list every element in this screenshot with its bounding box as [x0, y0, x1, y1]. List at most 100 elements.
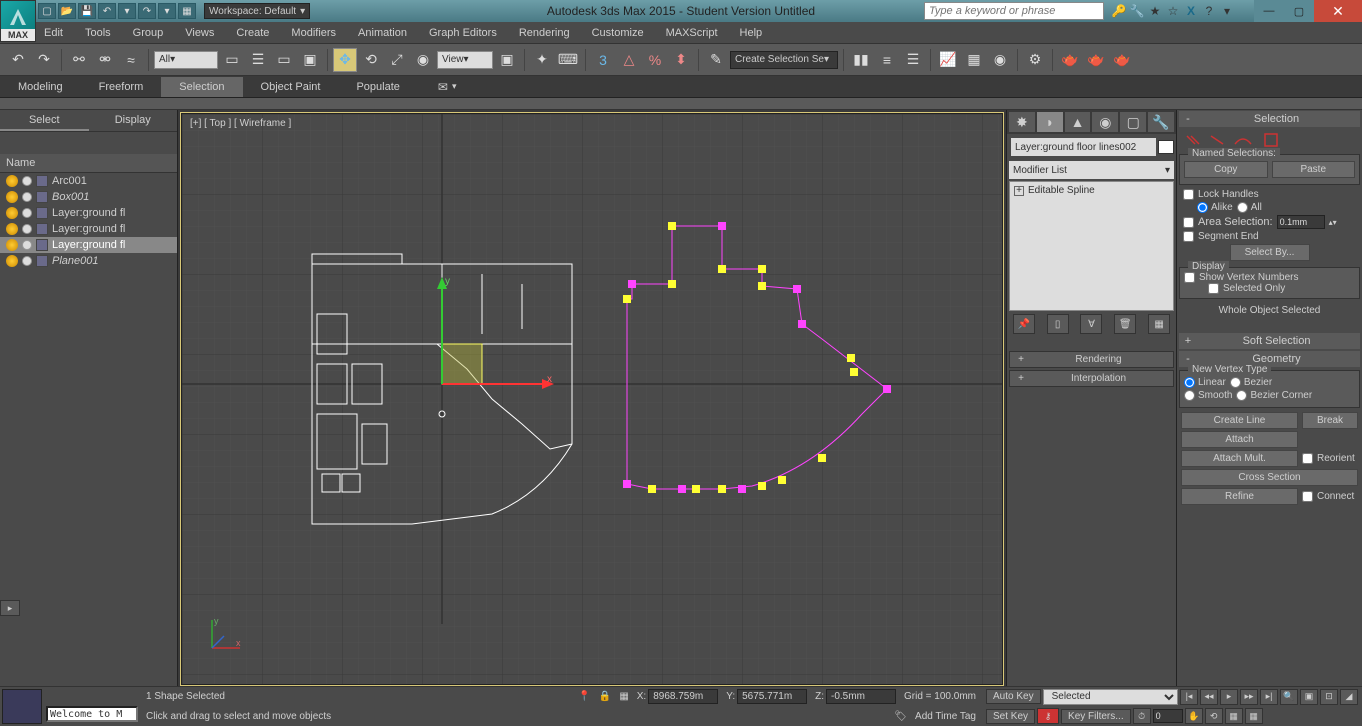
- maxscript-listener[interactable]: [46, 706, 138, 722]
- freeze-icon[interactable]: [22, 240, 32, 250]
- zoom-all-button[interactable]: ▣: [1300, 689, 1318, 705]
- key-filters-button[interactable]: Key Filters...: [1061, 709, 1131, 724]
- menu-maxscript[interactable]: MAXScript: [666, 27, 718, 39]
- paste-button[interactable]: Paste: [1272, 161, 1356, 178]
- goto-end-button[interactable]: ▸|: [1260, 689, 1278, 705]
- select-place-button[interactable]: ◉: [411, 48, 435, 72]
- lock-icon[interactable]: 🔒: [599, 691, 611, 702]
- refine-button[interactable]: Refine: [1181, 488, 1298, 505]
- render-production-button[interactable]: 🫖: [1084, 48, 1108, 72]
- ref-coord-dropdown[interactable]: View ▾: [437, 51, 493, 69]
- freeze-icon[interactable]: [22, 192, 32, 202]
- snap-toggle-button[interactable]: 3: [591, 48, 615, 72]
- lock-handles-check[interactable]: [1183, 189, 1194, 200]
- visibility-icon[interactable]: [6, 207, 18, 219]
- tab-hierarchy[interactable]: ▲: [1065, 112, 1091, 132]
- help-drop-icon[interactable]: ▾: [1218, 2, 1236, 20]
- bezier-radio[interactable]: [1230, 377, 1241, 388]
- render-last-button[interactable]: 🫖: [1110, 48, 1134, 72]
- select-by-button[interactable]: Select By...: [1230, 244, 1310, 261]
- redo-button[interactable]: ↷: [32, 48, 56, 72]
- goto-start-button[interactable]: |◂: [1180, 689, 1198, 705]
- menu-animation[interactable]: Animation: [358, 27, 407, 39]
- maximize-button[interactable]: ▢: [1284, 0, 1314, 22]
- community-icon[interactable]: X: [1182, 2, 1200, 20]
- modifier-list-dropdown[interactable]: Modifier List▾: [1009, 161, 1174, 179]
- orbit-button[interactable]: ⟲: [1205, 708, 1223, 724]
- isolate-icon[interactable]: ▦: [619, 691, 628, 702]
- bezier-corner-radio[interactable]: [1236, 390, 1247, 401]
- configure-button[interactable]: ▦: [1148, 314, 1170, 334]
- make-unique-button[interactable]: ∀: [1080, 314, 1102, 334]
- expand-icon[interactable]: +: [1014, 186, 1024, 196]
- zoom-extents-button[interactable]: ⊡: [1320, 689, 1338, 705]
- minimize-button[interactable]: —: [1254, 0, 1284, 22]
- rectangular-select-button[interactable]: ▭: [272, 48, 296, 72]
- tab-modify[interactable]: ◗: [1037, 112, 1063, 132]
- keyboard-shortcut-button[interactable]: ⌨: [556, 48, 580, 72]
- spinner-snap-button[interactable]: ⬍: [669, 48, 693, 72]
- subscription-icon[interactable]: 🔧: [1128, 2, 1146, 20]
- time-config-button[interactable]: ⏱: [1133, 708, 1151, 724]
- new-icon[interactable]: ▢: [38, 3, 56, 19]
- infocenter-icon[interactable]: 🔑: [1110, 2, 1128, 20]
- cross-section-button[interactable]: Cross Section: [1181, 469, 1358, 486]
- modifier-stack[interactable]: + Editable Spline: [1009, 181, 1174, 311]
- edit-named-sel-button[interactable]: ✎: [704, 48, 728, 72]
- pin-icon[interactable]: 📍: [578, 691, 590, 702]
- rollout-selection-header[interactable]: -Selection: [1179, 111, 1360, 127]
- schematic-view-button[interactable]: ▦: [962, 48, 986, 72]
- app-logo[interactable]: MAX: [0, 0, 36, 42]
- area-selection-input[interactable]: [1277, 215, 1325, 229]
- select-move-button[interactable]: ✥: [333, 48, 357, 72]
- freeze-icon[interactable]: [22, 176, 32, 186]
- copy-button[interactable]: Copy: [1184, 161, 1268, 178]
- ribbon-objectpaint[interactable]: Object Paint: [243, 77, 339, 97]
- help-icon[interactable]: ?: [1200, 2, 1218, 20]
- visibility-icon[interactable]: [6, 191, 18, 203]
- undo-icon[interactable]: ↶: [98, 3, 116, 19]
- open-icon[interactable]: 📂: [58, 3, 76, 19]
- curve-editor-button[interactable]: 📈: [936, 48, 960, 72]
- window-crossing-button[interactable]: ▣: [298, 48, 322, 72]
- redo-drop-icon[interactable]: ▾: [158, 3, 176, 19]
- favorites-icon[interactable]: ☆: [1164, 2, 1182, 20]
- select-scale-button[interactable]: ⤢: [385, 48, 409, 72]
- select-by-name-button[interactable]: ☰: [246, 48, 270, 72]
- add-time-tag[interactable]: Add Time Tag: [915, 711, 976, 722]
- menu-create[interactable]: Create: [236, 27, 269, 39]
- coord-y[interactable]: 5675.771m: [737, 689, 807, 704]
- ribbon-expand-icon[interactable]: ✉: [438, 80, 448, 94]
- use-pivot-button[interactable]: ▣: [495, 48, 519, 72]
- selection-filter-dropdown[interactable]: All ▾: [154, 51, 218, 69]
- tab-display[interactable]: ▢: [1120, 112, 1146, 132]
- break-button[interactable]: Break: [1302, 412, 1358, 429]
- prev-frame-button[interactable]: ◂◂: [1200, 689, 1218, 705]
- menu-customize[interactable]: Customize: [592, 27, 644, 39]
- select-object-button[interactable]: ▭: [220, 48, 244, 72]
- ribbon-drop-icon[interactable]: ▾: [452, 81, 457, 92]
- time-tag-icon[interactable]: 🏷: [894, 711, 907, 722]
- menu-tools[interactable]: Tools: [85, 27, 111, 39]
- list-item[interactable]: Plane001: [0, 253, 177, 269]
- set-key-button[interactable]: Set Key: [986, 709, 1035, 724]
- menu-grapheditors[interactable]: Graph Editors: [429, 27, 497, 39]
- attach-mult-button[interactable]: Attach Mult.: [1181, 450, 1298, 467]
- pan-button[interactable]: ✋: [1185, 708, 1203, 724]
- object-color-swatch[interactable]: [1158, 140, 1174, 154]
- connect-check[interactable]: [1302, 491, 1313, 502]
- menu-modifiers[interactable]: Modifiers: [291, 27, 336, 39]
- ribbon-freeform[interactable]: Freeform: [81, 77, 162, 97]
- linear-radio[interactable]: [1184, 377, 1195, 388]
- fov-button[interactable]: ◢: [1340, 689, 1358, 705]
- list-item[interactable]: Layer:ground fl: [0, 237, 177, 253]
- show-vertex-numbers-check[interactable]: [1184, 272, 1195, 283]
- freeze-icon[interactable]: [22, 208, 32, 218]
- redo-icon[interactable]: ↷: [138, 3, 156, 19]
- bind-button[interactable]: ≈: [119, 48, 143, 72]
- material-editor-button[interactable]: ◉: [988, 48, 1012, 72]
- viewport-label[interactable]: [+] [ Top ] [ Wireframe ]: [190, 118, 291, 129]
- menu-edit[interactable]: Edit: [44, 27, 63, 39]
- close-button[interactable]: ✕: [1314, 0, 1362, 22]
- pin-stack-button[interactable]: 📌: [1013, 314, 1035, 334]
